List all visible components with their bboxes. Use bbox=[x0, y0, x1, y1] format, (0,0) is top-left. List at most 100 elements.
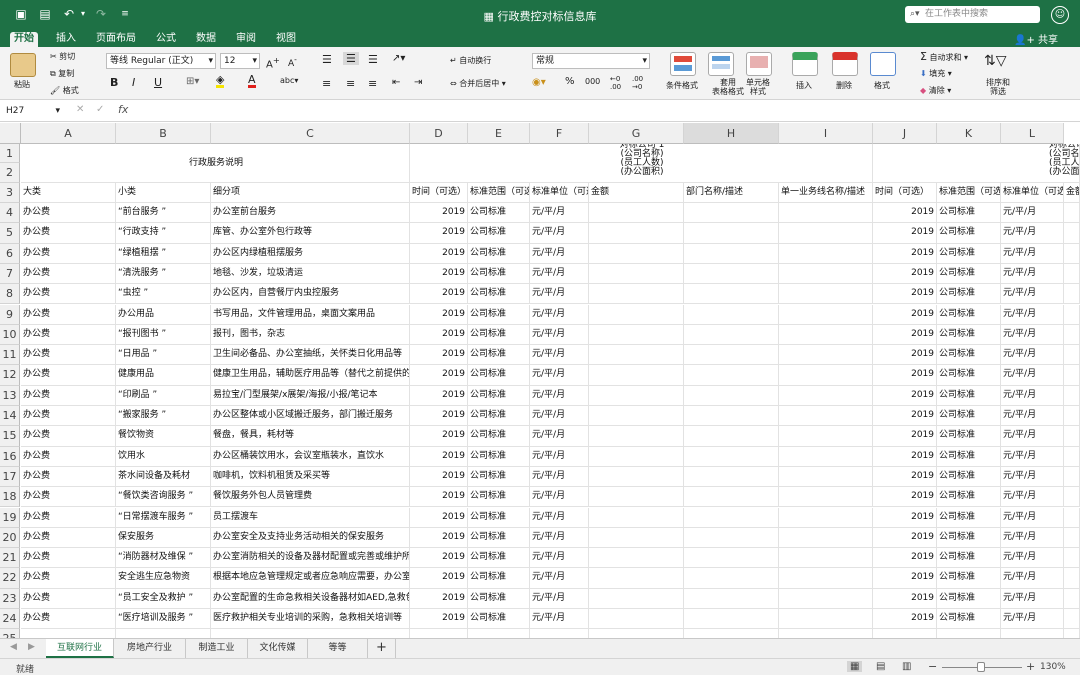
data-cell[interactable]: 卫生间必备品、办公室抽纸，关怀类日化用品等 bbox=[211, 345, 410, 366]
data-cell[interactable]: 元/平/月 bbox=[530, 284, 589, 305]
data-cell[interactable] bbox=[684, 304, 779, 325]
column-label-cell[interactable]: 时间（可选） bbox=[873, 183, 937, 203]
data-cell[interactable]: 办公费 bbox=[21, 487, 116, 508]
zoom-slider-thumb[interactable] bbox=[977, 662, 985, 672]
data-cell[interactable]: 办公室消防相关的设备及器材配置或完善或维护所 bbox=[211, 548, 410, 569]
number-format-select[interactable]: 常规 ▾ bbox=[532, 53, 650, 69]
data-cell[interactable]: 健康卫生用品，辅助医疗用品等（替代之前提供的 bbox=[211, 365, 410, 386]
align-center-icon[interactable]: ≡ bbox=[346, 77, 355, 90]
data-cell[interactable]: 2019 bbox=[873, 446, 937, 467]
increase-font-icon[interactable]: A+ bbox=[266, 55, 280, 70]
data-cell[interactable]: 元/平/月 bbox=[1001, 487, 1064, 508]
data-cell[interactable]: 办公费 bbox=[21, 527, 116, 549]
currency-icon[interactable]: ◉▾ bbox=[532, 77, 546, 88]
data-cell[interactable]: 2019 bbox=[410, 609, 468, 630]
data-cell[interactable]: 2019 bbox=[873, 588, 937, 609]
row-header-24[interactable]: 24 bbox=[0, 609, 20, 630]
wrap-text-button[interactable]: ↵ 自动换行 bbox=[450, 55, 491, 66]
data-cell[interactable] bbox=[779, 487, 873, 508]
data-cell[interactable] bbox=[779, 568, 873, 589]
data-cell[interactable]: 办公费 bbox=[21, 223, 116, 244]
data-cell[interactable] bbox=[589, 284, 684, 305]
data-cell[interactable] bbox=[779, 223, 873, 244]
data-cell[interactable]: 公司标准 bbox=[468, 487, 530, 508]
data-cell[interactable]: 公司标准 bbox=[468, 263, 530, 285]
data-cell[interactable] bbox=[684, 284, 779, 305]
data-cell[interactable]: 2019 bbox=[410, 446, 468, 467]
sort-filter-icon[interactable]: ⇅▽ bbox=[984, 53, 1007, 69]
percent-button[interactable]: % bbox=[565, 76, 575, 87]
data-cell[interactable] bbox=[589, 568, 684, 589]
decrease-font-icon[interactable]: A- bbox=[288, 55, 297, 69]
data-cell[interactable]: 2019 bbox=[873, 365, 937, 386]
row-header-2[interactable]: 2 bbox=[0, 163, 20, 183]
data-cell[interactable]: 元/平/月 bbox=[1001, 609, 1064, 630]
data-cell[interactable] bbox=[779, 324, 873, 346]
data-cell[interactable]: 公司标准 bbox=[937, 284, 1001, 305]
data-cell[interactable]: 2019 bbox=[410, 243, 468, 264]
data-cell[interactable]: 公司标准 bbox=[937, 263, 1001, 285]
data-cell[interactable]: “搬家服务 ” bbox=[116, 406, 211, 427]
align-right-icon[interactable]: ≡ bbox=[368, 77, 377, 90]
data-cell[interactable]: “前台服务 ” bbox=[116, 203, 211, 224]
data-cell[interactable]: 公司标准 bbox=[937, 446, 1001, 467]
data-cell[interactable]: 办公费 bbox=[21, 365, 116, 386]
data-cell[interactable]: 餐饮物资 bbox=[116, 426, 211, 447]
underline-button[interactable]: U bbox=[154, 76, 162, 89]
data-cell[interactable] bbox=[684, 446, 779, 467]
data-cell[interactable] bbox=[1064, 365, 1080, 386]
data-cell[interactable]: 元/平/月 bbox=[530, 304, 589, 325]
row-header-3[interactable]: 3 bbox=[0, 183, 20, 203]
borders-icon[interactable]: ⊞▾ bbox=[186, 76, 199, 87]
data-cell[interactable]: 公司标准 bbox=[937, 466, 1001, 488]
data-cell[interactable]: 公司标准 bbox=[468, 406, 530, 427]
data-cell[interactable]: 办公费 bbox=[21, 385, 116, 406]
data-cell[interactable]: 元/平/月 bbox=[1001, 304, 1064, 325]
data-cell[interactable]: 2019 bbox=[873, 466, 937, 488]
data-cell[interactable]: 2019 bbox=[873, 324, 937, 346]
data-cell[interactable]: 报刊，图书，杂志 bbox=[211, 324, 410, 346]
data-cell[interactable]: 元/平/月 bbox=[530, 446, 589, 467]
data-cell[interactable]: 办公费 bbox=[21, 446, 116, 467]
data-cell[interactable]: 咖啡机，饮料机租赁及采买等 bbox=[211, 466, 410, 488]
data-cell[interactable] bbox=[1064, 466, 1080, 488]
data-cell[interactable]: 2019 bbox=[873, 487, 937, 508]
data-cell[interactable]: 办公费 bbox=[21, 609, 116, 630]
insert-cells-icon[interactable] bbox=[792, 52, 818, 76]
row-header-20[interactable]: 20 bbox=[0, 527, 20, 549]
insert-cells-button[interactable]: 插入 bbox=[796, 80, 812, 91]
empty-cell[interactable] bbox=[589, 629, 684, 638]
data-cell[interactable]: 2019 bbox=[410, 284, 468, 305]
data-cell[interactable]: 地毯、沙发，垃圾清运 bbox=[211, 263, 410, 285]
data-cell[interactable]: 茶水间设备及耗材 bbox=[116, 466, 211, 488]
data-cell[interactable]: 公司标准 bbox=[937, 203, 1001, 224]
cell-styles-button[interactable]: 单元格 样式 bbox=[746, 78, 770, 96]
column-header-e[interactable]: E bbox=[468, 123, 530, 144]
data-cell[interactable]: “清洗服务 ” bbox=[116, 263, 211, 285]
data-cell[interactable]: 元/平/月 bbox=[530, 507, 589, 528]
data-cell[interactable]: 元/平/月 bbox=[1001, 507, 1064, 528]
data-cell[interactable]: 公司标准 bbox=[468, 568, 530, 589]
data-cell[interactable]: 元/平/月 bbox=[530, 345, 589, 366]
data-cell[interactable]: 公司标准 bbox=[937, 304, 1001, 325]
data-cell[interactable]: “行政支持 ” bbox=[116, 223, 211, 244]
column-label-cell[interactable]: 小类 bbox=[116, 183, 211, 203]
column-label-cell[interactable]: 标准范围（可选） bbox=[468, 183, 530, 203]
data-cell[interactable] bbox=[1064, 609, 1080, 630]
data-cell[interactable]: 公司标准 bbox=[937, 385, 1001, 406]
row-header-19[interactable]: 19 bbox=[0, 507, 20, 528]
data-cell[interactable]: 员工摆渡车 bbox=[211, 507, 410, 528]
select-all-corner[interactable] bbox=[0, 123, 21, 144]
copy-button[interactable]: ⧉ 复制 bbox=[50, 68, 74, 79]
data-cell[interactable]: 公司标准 bbox=[937, 345, 1001, 366]
empty-cell[interactable] bbox=[410, 629, 468, 638]
data-cell[interactable]: “员工安全及救护 ” bbox=[116, 588, 211, 609]
data-cell[interactable]: 2019 bbox=[873, 507, 937, 528]
data-cell[interactable] bbox=[779, 345, 873, 366]
column-header-l[interactable]: L bbox=[1001, 123, 1064, 144]
data-cell[interactable] bbox=[1064, 487, 1080, 508]
data-cell[interactable] bbox=[684, 527, 779, 549]
orientation-icon[interactable]: ↗▾ bbox=[392, 53, 405, 64]
row-header-23[interactable]: 23 bbox=[0, 588, 20, 609]
data-cell[interactable]: 2019 bbox=[873, 243, 937, 264]
